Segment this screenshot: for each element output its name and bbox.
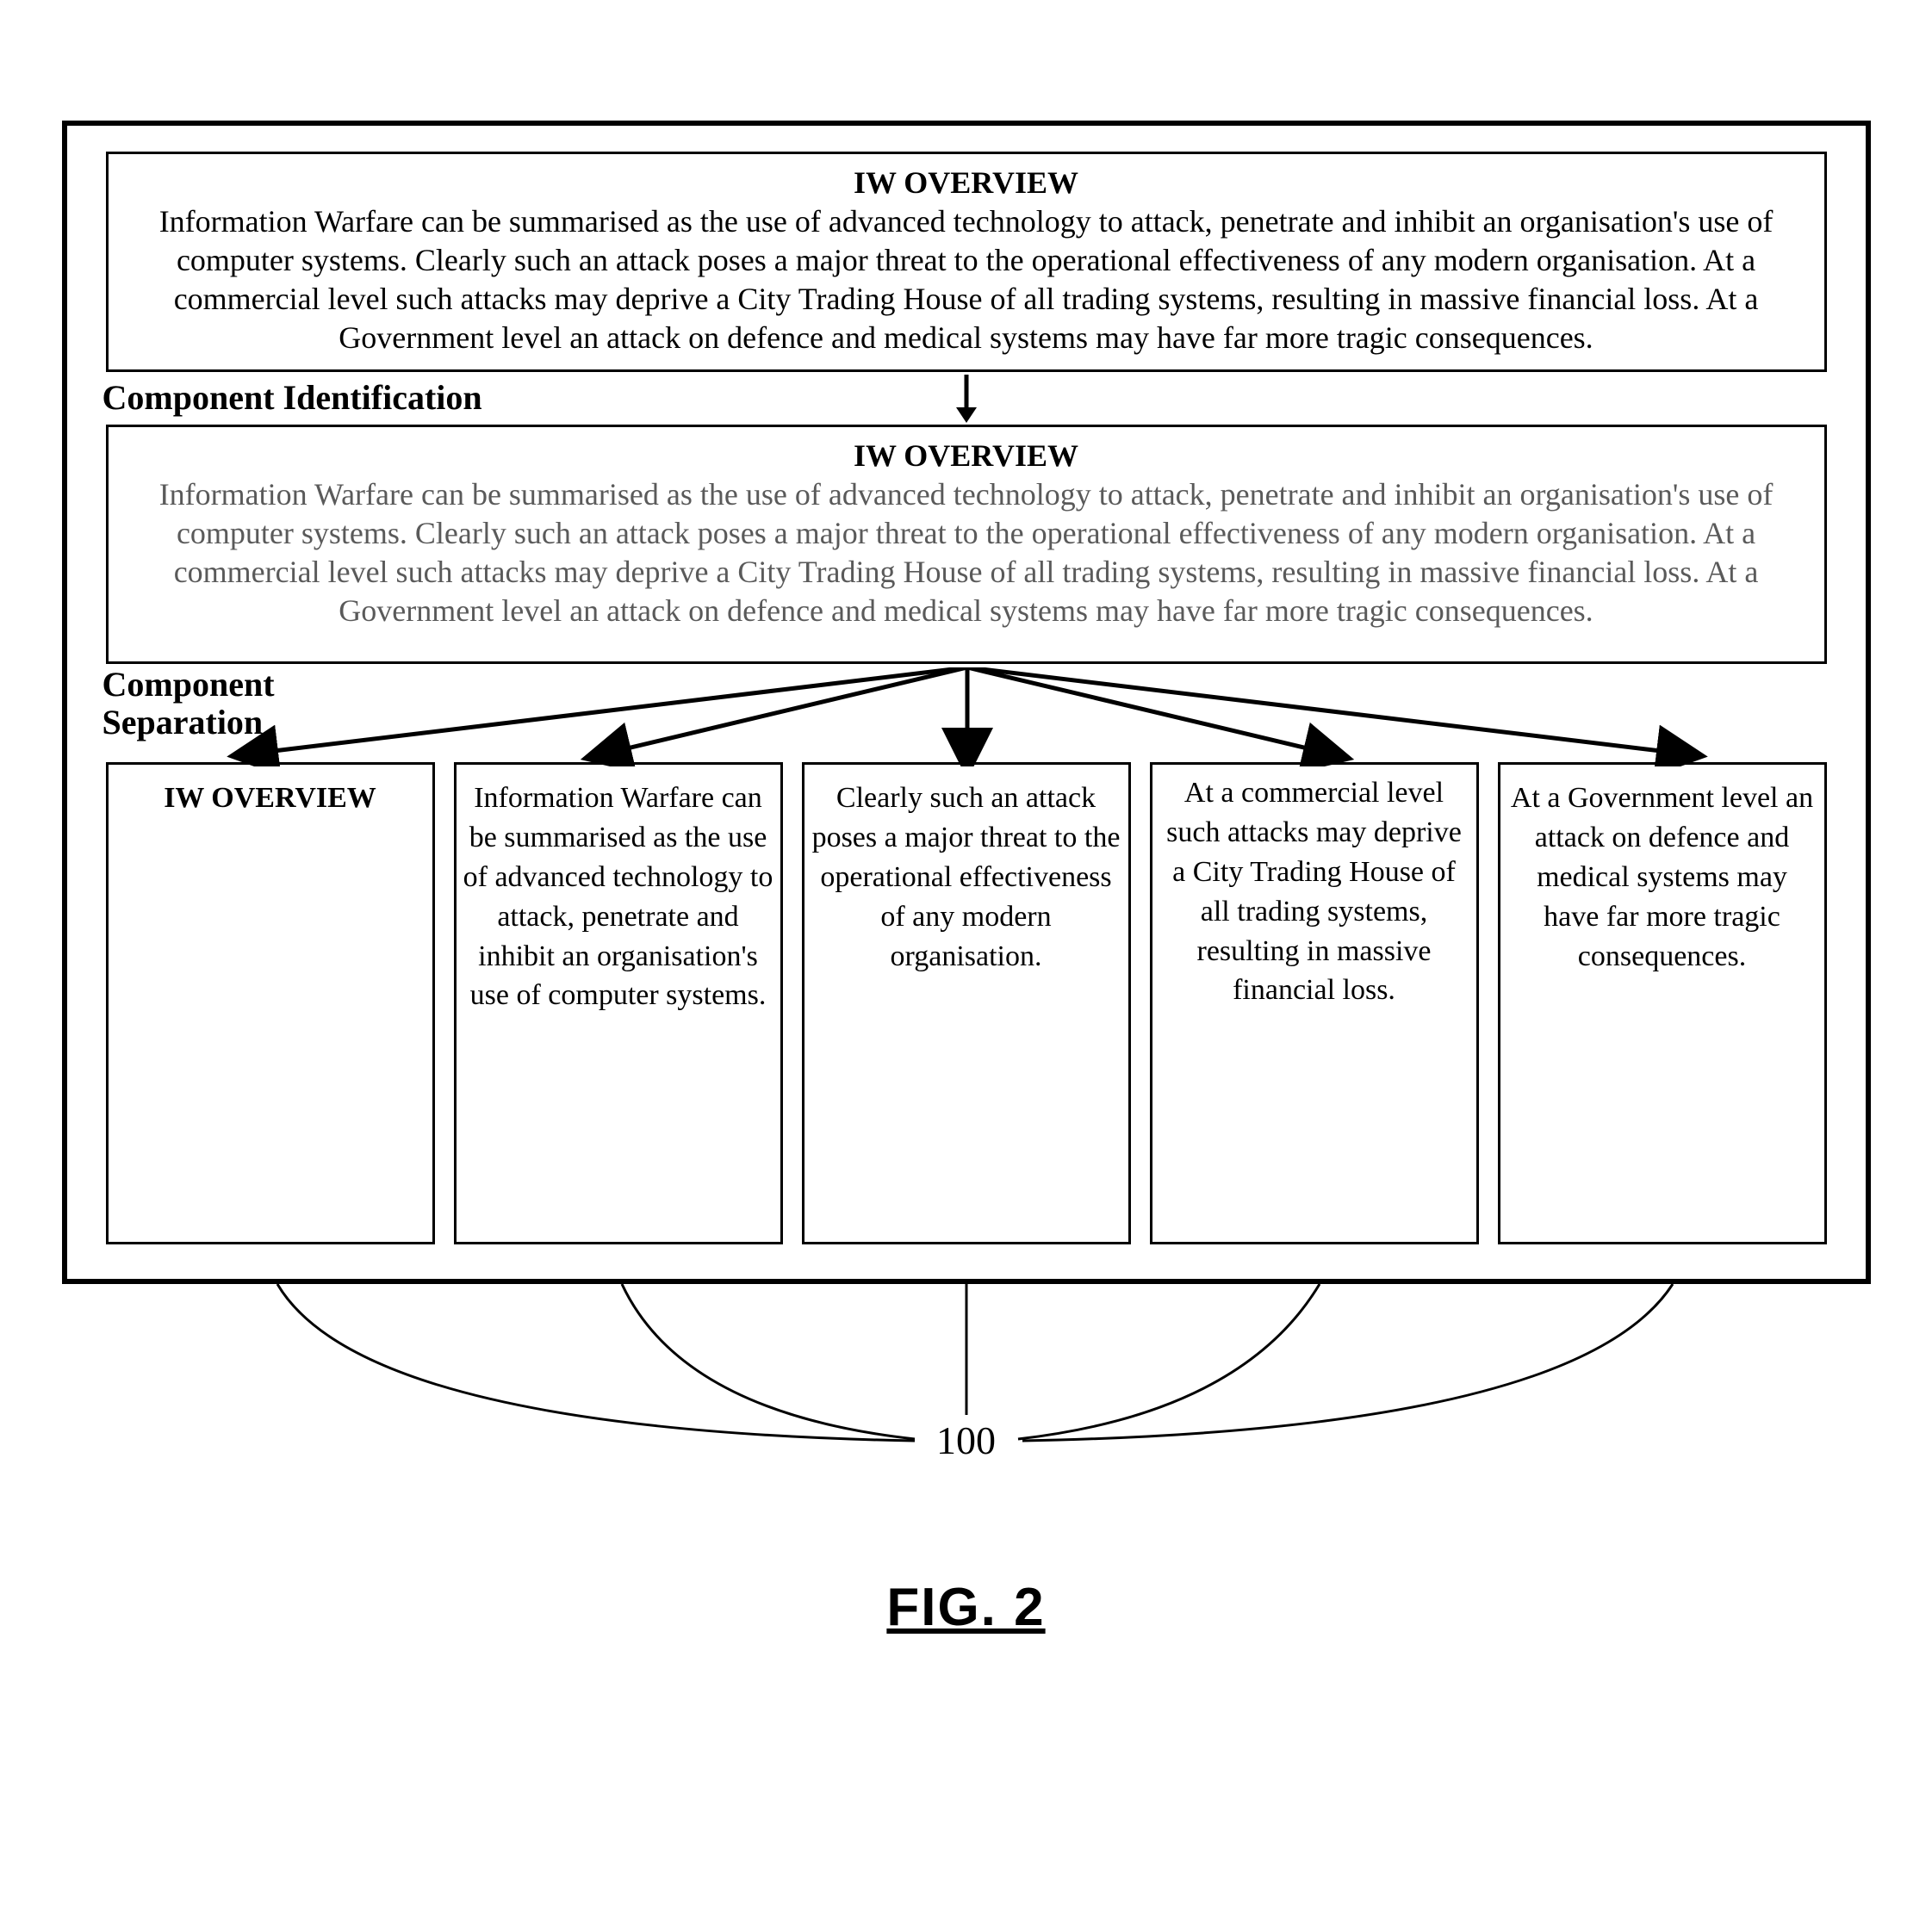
- overview-box-2: IW OVERVIEW Information Warfare can be s…: [106, 425, 1827, 664]
- fan-arrows: [97, 667, 1836, 762]
- collector-wrap: 100: [62, 1284, 1871, 1508]
- component-box-3: At a commercial level such attacks may d…: [1150, 762, 1479, 1244]
- component-box-1: Information Warfare can be summarised as…: [454, 762, 783, 1244]
- reference-number: 100: [936, 1418, 996, 1463]
- component-box-2: Clearly such an attack poses a major thr…: [802, 762, 1131, 1244]
- diagram-frame: IW OVERVIEW Information Warfare can be s…: [62, 121, 1871, 1284]
- overview-box-1: IW OVERVIEW Information Warfare can be s…: [106, 152, 1827, 372]
- component-box-4: At a Government level an attack on defen…: [1498, 762, 1827, 1244]
- collector-lines-icon: [62, 1284, 1871, 1508]
- overview-1-body: Information Warfare can be summarised as…: [126, 202, 1807, 357]
- overview-2-title: IW OVERVIEW: [126, 437, 1807, 474]
- fan-arrows-icon: [97, 667, 1837, 766]
- overview-1-title: IW OVERVIEW: [126, 164, 1807, 201]
- arrow-1-wrap: [97, 375, 1836, 425]
- figure-label: FIG. 2: [34, 1577, 1898, 1638]
- component-box-title: IW OVERVIEW: [106, 762, 435, 1244]
- components-row: IW OVERVIEW Information Warfare can be s…: [106, 762, 1827, 1244]
- overview-2-body: Information Warfare can be summarised as…: [126, 475, 1807, 630]
- arrow-down-icon: [941, 375, 992, 425]
